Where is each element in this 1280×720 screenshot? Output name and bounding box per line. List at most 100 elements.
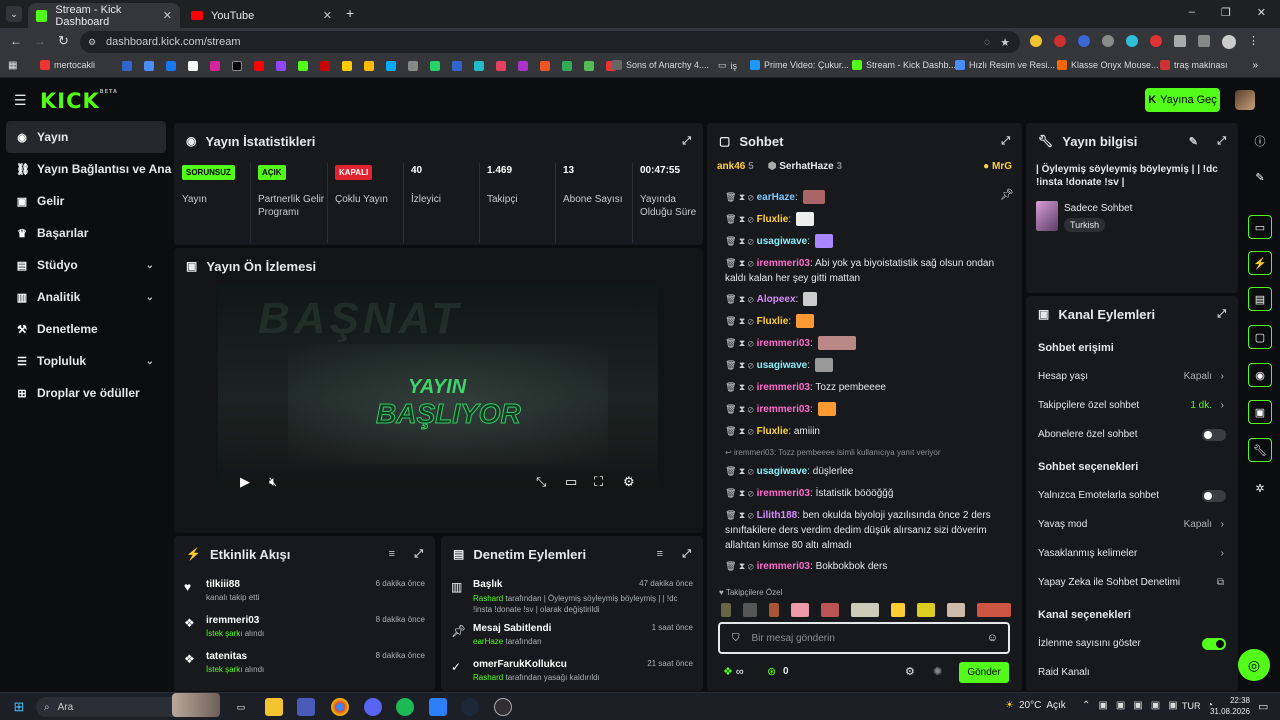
calculator-icon[interactable] xyxy=(297,698,315,716)
bookmark-icon[interactable] xyxy=(386,61,396,71)
tray-app-icon[interactable]: ▣ xyxy=(1168,700,1177,711)
bookmark-icon[interactable] xyxy=(320,61,330,71)
bookmark-icon[interactable] xyxy=(144,61,154,71)
theater-mode-icon[interactable]: ▭ xyxy=(565,474,577,490)
more-bookmarks-icon[interactable]: » xyxy=(1252,60,1258,71)
expand-icon[interactable]: ⤢ xyxy=(1001,135,1010,148)
bookmark-item[interactable]: Stream - Kick Dashb... xyxy=(852,60,956,70)
discord-icon[interactable] xyxy=(364,698,382,716)
mod-actions-icon[interactable]: 🗑︎ ⧗ ⊘ xyxy=(725,510,754,520)
menu-icon[interactable] xyxy=(1198,35,1210,47)
sidebar-item-analitik[interactable]: ▥ Analitik ⌄ xyxy=(0,281,172,313)
filter-icon[interactable]: ≡ xyxy=(657,548,663,560)
banned-words-setting[interactable]: Yasaklanmış kelimeler › xyxy=(1026,539,1238,568)
sidebar-item-denetleme[interactable]: ⚒ Denetleme xyxy=(0,313,172,345)
emote-image[interactable] xyxy=(821,603,839,617)
extension-icon[interactable] xyxy=(1126,35,1138,47)
tray-app-icon[interactable]: ▣ xyxy=(1098,700,1107,711)
tab-search-button[interactable]: ⌄ xyxy=(6,6,22,22)
mod-actions-icon[interactable]: 🗑︎ ⧗ ⊘ xyxy=(725,258,754,268)
bookmark-star-icon[interactable]: ★ xyxy=(1000,36,1010,49)
sidebar-item-yayin[interactable]: ◉ Yayın xyxy=(6,121,166,153)
file-explorer-icon[interactable] xyxy=(265,698,283,716)
broadcast-icon[interactable]: ◉ xyxy=(1248,363,1272,387)
filter-icon[interactable]: ≡ xyxy=(389,548,395,560)
help-chat-button[interactable]: ◎ xyxy=(1238,649,1270,681)
app-icon[interactable] xyxy=(429,698,447,716)
instagram-icon[interactable] xyxy=(210,61,220,71)
channel-icon[interactable]: ▣ xyxy=(1248,400,1272,424)
extension-icon[interactable] xyxy=(1054,35,1066,47)
mod-actions-icon[interactable]: 🗑︎ ⧗ ⊘ xyxy=(725,360,754,370)
sidebar-item-basarilar[interactable]: ♛ Başarılar xyxy=(0,217,172,249)
google-icon[interactable] xyxy=(188,61,198,71)
hamburger-menu-icon[interactable]: ☰ xyxy=(14,92,27,109)
bookmark-item[interactable]: Prime Video: Çukur... xyxy=(750,60,849,70)
mod-actions-icon[interactable]: 🗑︎ ⧗ ⊘ xyxy=(725,316,754,326)
send-button[interactable]: Gönder xyxy=(959,662,1009,683)
show-viewcount-toggle[interactable] xyxy=(1202,637,1226,650)
subscribers-only-toggle[interactable] xyxy=(1202,428,1226,441)
whatsapp-icon[interactable] xyxy=(430,61,440,71)
mod-actions-icon[interactable]: 🗑︎ ⧗ ⊘ xyxy=(725,338,754,348)
emote-image[interactable] xyxy=(769,603,779,617)
user-avatar[interactable] xyxy=(1235,90,1255,110)
bookmark-icon[interactable] xyxy=(540,61,550,71)
coin-icon[interactable]: ⊛ xyxy=(767,665,776,678)
kick-points-icon[interactable]: ❖ ∞ xyxy=(723,665,744,678)
mod-actions-icon[interactable]: 🗑︎ ⧗ ⊘ xyxy=(725,294,754,304)
minimize-icon[interactable]: – xyxy=(1189,6,1195,19)
bookmark-icon[interactable] xyxy=(408,61,418,71)
wrench-icon[interactable]: 🔧︎ xyxy=(1248,438,1272,462)
kick-logo[interactable]: KICKBETA xyxy=(40,89,118,113)
forward-icon[interactable]: → xyxy=(34,34,46,48)
bookmark-item[interactable]: Sons of Anarchy 4.... xyxy=(612,60,709,70)
slow-mode-setting[interactable]: Yavaş mod Kapalı › xyxy=(1026,510,1238,539)
restore-icon[interactable]: ❐ xyxy=(1221,6,1231,19)
mod-actions-icon[interactable]: 🗑︎ ⧗ ⊘ xyxy=(725,404,754,414)
account-age-setting[interactable]: Hesap yaşı Kapalı › xyxy=(1026,362,1238,391)
windows-start-icon[interactable]: ⊞ xyxy=(10,698,28,716)
bookmark-item[interactable]: traş makinası xyxy=(1160,60,1228,70)
emote-image[interactable] xyxy=(851,603,879,617)
info-icon[interactable]: ⓘ xyxy=(1248,129,1272,153)
sidebar-item-stream-key[interactable]: ⛓Yayın Bağlantısı ve Anahtarı xyxy=(0,153,172,185)
mod-actions-icon[interactable]: 🗑︎ ⧗ ⊘ xyxy=(725,426,754,436)
top-user[interactable]: ank46 5 xyxy=(717,161,754,177)
site-info-icon[interactable]: ⚙ xyxy=(88,37,96,48)
mod-actions-icon[interactable]: 🗑︎ ⧗ ⊘ xyxy=(725,488,754,498)
emote-image[interactable] xyxy=(947,603,965,617)
mute-icon[interactable]: 🔇︎ xyxy=(269,474,277,490)
language-tag[interactable]: Turkish xyxy=(1064,218,1106,232)
go-live-button[interactable]: K Yayına Geç xyxy=(1145,88,1220,112)
x-icon[interactable] xyxy=(232,61,242,71)
minimize-player-icon[interactable]: ⤡ xyxy=(536,474,546,490)
bookmark-folder[interactable]: ▭ iş xyxy=(718,60,737,71)
mod-actions-icon[interactable]: 🗑︎ ⧗ ⊘ xyxy=(725,561,754,571)
url-input[interactable]: ⚙ dashboard.kick.com/stream ◌ ★ xyxy=(80,31,1020,53)
tray-chevron-icon[interactable]: ⌃ xyxy=(1082,700,1090,711)
eye-off-icon[interactable]: ◌ xyxy=(984,37,990,48)
expand-icon[interactable]: ⤢ xyxy=(414,548,423,561)
apps-icon[interactable]: ▦ xyxy=(8,60,17,71)
sidebar-item-droplar[interactable]: ⊞ Droplar ve ödüller xyxy=(0,377,172,409)
extension-icon[interactable] xyxy=(1078,35,1090,47)
profile-avatar-icon[interactable] xyxy=(1222,35,1236,49)
bookmark-icon[interactable] xyxy=(364,61,374,71)
weather-widget[interactable]: ☀ 20°C Açık xyxy=(1005,700,1066,711)
more-icon[interactable]: ⋮ xyxy=(1248,35,1259,49)
back-icon[interactable]: ← xyxy=(10,34,22,48)
task-view-icon[interactable]: ▭ xyxy=(232,698,250,716)
emote-image[interactable] xyxy=(977,603,1011,617)
youtube-icon[interactable] xyxy=(254,61,264,71)
taskbar-search[interactable]: ⌕ Ara xyxy=(36,693,220,717)
bookmark-item[interactable]: mertocakli xyxy=(40,60,95,70)
kick-icon[interactable] xyxy=(298,61,308,71)
twitch-icon[interactable] xyxy=(276,61,286,71)
emote-image[interactable] xyxy=(743,603,757,617)
raid-channel-setting[interactable]: Raid Kanalı xyxy=(1026,658,1238,687)
tab-kick-dashboard[interactable]: Stream - Kick Dashboard ✕ xyxy=(28,3,180,28)
chat-input[interactable]: ⛉ Bir mesaj gönderin ☺ xyxy=(718,622,1010,654)
bot-icon[interactable]: ✺ xyxy=(933,665,942,678)
play-icon[interactable]: ▶ xyxy=(240,474,250,490)
